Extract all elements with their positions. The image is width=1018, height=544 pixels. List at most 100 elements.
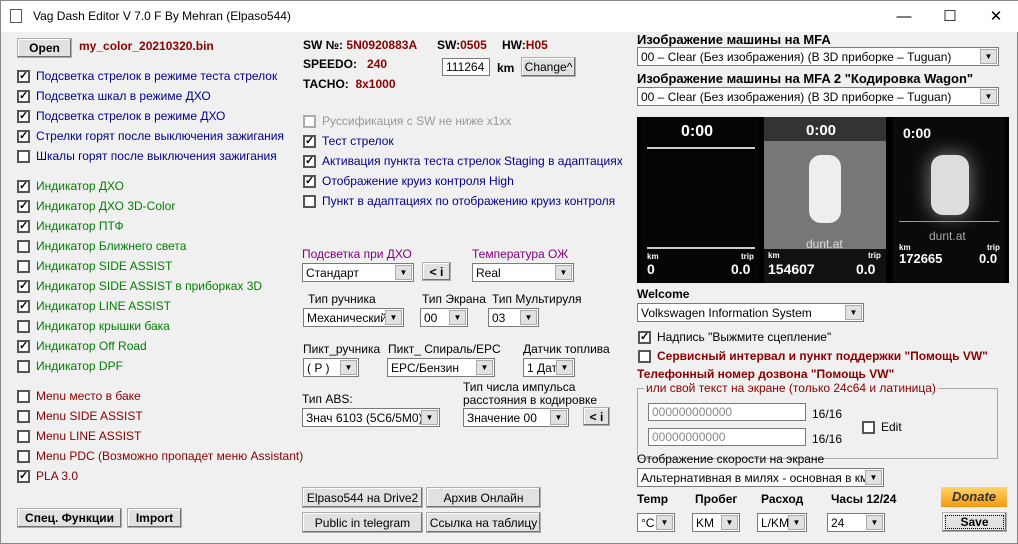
checkbox-box[interactable]: ✓ <box>303 154 316 168</box>
checkbox-box[interactable]: ✓ <box>17 109 30 123</box>
checkbox-box[interactable]: ✓ <box>17 469 30 483</box>
mfa-label: Изображение машины на MFA <box>637 32 831 47</box>
checkbox-box[interactable]: ✓ <box>17 129 30 143</box>
checkbox-item[interactable]: ✓ Индикатор ДХО 3D-Color <box>17 198 175 214</box>
import-button[interactable]: Import <box>127 508 182 528</box>
mileage-unit-select[interactable]: KM ▼ <box>692 513 740 532</box>
checkbox-item[interactable]: ✓ PLA 3.0 <box>17 468 78 484</box>
checkbox-item[interactable]: ✓ Индикатор ПТФ <box>17 218 124 234</box>
handbrake-select[interactable]: Механический ▼ <box>303 308 404 327</box>
abs-select[interactable]: Знач 6103 (5C6/5M0) ▼ <box>302 408 440 427</box>
window-title: Vag Dash Editor V 7.0 F By Mehran (Elpas… <box>33 9 291 23</box>
welcome-select[interactable]: Volkswagen Information System ▼ <box>637 303 864 322</box>
checkbox-item[interactable]: ✓ Индикатор Off Road <box>17 338 147 354</box>
temp-select[interactable]: °C ▼ <box>637 513 675 532</box>
checkbox-item[interactable]: ✓ Индикатор SIDE ASSIST в приборках 3D <box>17 278 262 294</box>
checkbox-item[interactable]: ✓ Подсветка шкал в режиме ДХО <box>17 88 211 104</box>
archive-online-button[interactable]: Архив Онлайн <box>426 487 541 508</box>
checkbox-item[interactable]: ✓ Отображение круиз контроля High <box>303 173 514 189</box>
info-button[interactable]: < i <box>422 262 451 281</box>
change-button[interactable]: Change^ <box>521 57 576 77</box>
drl-light-select[interactable]: Стандарт ▼ <box>302 263 414 282</box>
clock-select[interactable]: 24 ▼ <box>827 513 885 532</box>
checkbox-box[interactable]: ✓ <box>303 134 316 148</box>
pulse-select[interactable]: Значение 00 ▼ <box>463 408 569 427</box>
checkbox-box[interactable] <box>17 319 30 333</box>
checkbox-box[interactable] <box>17 359 30 373</box>
car-icon <box>809 155 841 223</box>
close-button[interactable]: ✕ <box>973 1 1018 32</box>
telegram-button[interactable]: Public in telegram <box>302 512 423 533</box>
checkbox-box[interactable]: ✓ <box>17 339 30 353</box>
checkbox-item[interactable]: Menu LINE ASSIST <box>17 428 141 444</box>
fuel-sensor-select[interactable]: 1 Датчик▼ <box>523 358 575 377</box>
mfsw-select[interactable]: 03 ▼ <box>488 308 539 327</box>
checkbox-box[interactable]: ✓ <box>17 299 30 313</box>
phone-line1-input[interactable]: 000000000000 <box>648 403 806 421</box>
checkbox-item[interactable]: Menu SIDE ASSIST <box>17 408 143 424</box>
coolant-select[interactable]: Real ▼ <box>472 263 574 282</box>
trip: 0.0 <box>731 261 751 277</box>
minimize-button[interactable]: — <box>881 1 927 32</box>
checkbox-box[interactable] <box>17 149 30 163</box>
save-button[interactable]: Save <box>942 512 1007 532</box>
edit-checkbox[interactable]: Edit <box>862 419 902 435</box>
checkbox-box[interactable] <box>303 114 316 128</box>
checkbox-box[interactable]: ✓ <box>303 174 316 188</box>
clutch-checkbox[interactable]: ✓ Надпись "Выжмите сцепление" <box>638 329 831 345</box>
checkbox-item[interactable]: ✓ Активация пункта теста стрелок Staging … <box>303 153 623 169</box>
handbrake-icon-select[interactable]: ( P ) ▼ <box>303 358 359 377</box>
table-link-button[interactable]: Ссылка на таблицу <box>426 512 541 533</box>
service-checkbox[interactable]: Сервисный интервал и пункт поддержки "По… <box>638 348 988 364</box>
checkbox-item[interactable]: Руссификация с SW не ниже x1xx <box>303 113 511 129</box>
checkbox-label: Menu SIDE ASSIST <box>36 409 143 423</box>
checkbox-item[interactable]: Индикатор SIDE ASSIST <box>17 258 172 274</box>
phone-title: Телефонный номер дозвона "Помощь VW" <box>637 367 895 381</box>
drive2-link-button[interactable]: Elpaso544 на Drive2 <box>302 487 423 508</box>
mileage-input[interactable]: 111264 <box>442 58 490 76</box>
checkbox-box[interactable]: ✓ <box>17 69 30 83</box>
checkbox-item[interactable]: Menu место в баке <box>17 388 141 404</box>
checkbox-item[interactable]: ✓ Тест стрелок <box>303 133 394 149</box>
checkbox-item[interactable]: Индикатор Ближнего света <box>17 238 186 254</box>
donate-button[interactable]: Donate <box>941 487 1007 507</box>
checkbox-box[interactable] <box>303 194 316 208</box>
checkbox-box[interactable]: ✓ <box>17 179 30 193</box>
phone-line2-input[interactable]: 00000000000 <box>648 428 806 446</box>
checkbox-box[interactable]: ✓ <box>17 199 30 213</box>
checkbox-box[interactable]: ✓ <box>638 330 651 344</box>
checkbox-box[interactable]: ✓ <box>17 219 30 233</box>
checkbox-box[interactable] <box>17 429 30 443</box>
special-functions-button[interactable]: Спец. Функции <box>17 508 122 528</box>
checkbox-item[interactable]: Индикатор DPF <box>17 358 123 374</box>
mfa-select[interactable]: 00 – Clear (Без изображения) (В 3D прибо… <box>637 47 999 66</box>
checkbox-box[interactable] <box>17 239 30 253</box>
checkbox-box[interactable]: ✓ <box>17 89 30 103</box>
checkbox-item[interactable]: Индикатор крышки бака <box>17 318 170 334</box>
checkbox-item[interactable]: Menu PDC (Возможно пропадет меню Assista… <box>17 448 303 464</box>
checkbox-item[interactable]: ✓ Стрелки горят после выключения зажигани… <box>17 128 284 144</box>
checkbox-box[interactable] <box>17 449 30 463</box>
checkbox-box[interactable] <box>638 349 651 363</box>
pulse-info-button[interactable]: < i <box>583 407 610 426</box>
checkbox-item[interactable]: Шкалы горят после выключения зажигания <box>17 148 277 164</box>
checkbox-item[interactable]: ✓ Индикатор ДХО <box>17 178 124 194</box>
speed-display-select[interactable]: Альтернативная в милях - основная в км ▼ <box>637 468 884 487</box>
maximize-button[interactable]: ☐ <box>927 1 973 32</box>
checkbox-item[interactable]: ✓ Подсветка стрелок в режиме теста стрело… <box>17 68 277 84</box>
checkbox-box[interactable] <box>17 409 30 423</box>
checkbox-item[interactable]: Пункт в адаптациях по отображению круиз … <box>303 193 615 209</box>
checkbox-box[interactable] <box>862 420 875 434</box>
checkbox-box[interactable] <box>17 389 30 403</box>
checkbox-item[interactable]: ✓ Индикатор LINE ASSIST <box>17 298 171 314</box>
chevron-down-icon: ▼ <box>866 515 883 530</box>
checkbox-box[interactable]: ✓ <box>17 279 30 293</box>
checkbox-box[interactable] <box>17 259 30 273</box>
checkbox-item[interactable]: ✓ Подсветка стрелок в режиме ДХО <box>17 108 225 124</box>
epc-select[interactable]: EPC/Бензин ▼ <box>387 358 495 377</box>
sw-version: SW:0505 <box>437 38 487 52</box>
screen-select[interactable]: 00 ▼ <box>420 308 468 327</box>
open-button[interactable]: Open <box>17 38 72 58</box>
consumption-select[interactable]: L/KM ▼ <box>757 513 807 532</box>
mfa2-select[interactable]: 00 – Clear (Без изображения) (В 3D прибо… <box>637 87 999 106</box>
